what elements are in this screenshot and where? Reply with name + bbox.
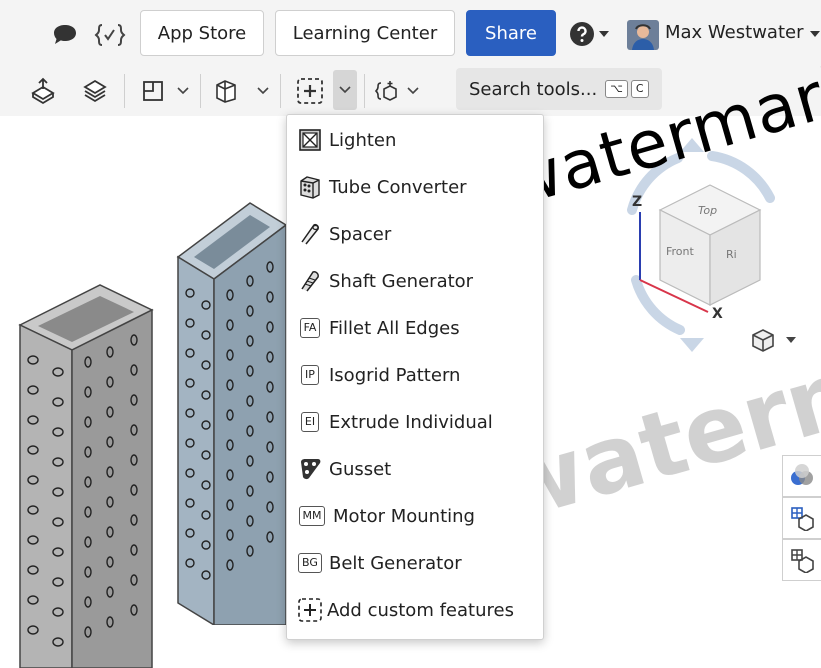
menu-item-label: Belt Generator [329, 552, 462, 574]
chevron-down-icon[interactable] [402, 78, 424, 104]
tube-model-right[interactable] [170, 195, 286, 625]
menu-item-label: Tube Converter [329, 176, 467, 198]
search-tools-button[interactable]: Search tools... ⌥ C [456, 68, 662, 110]
axis-x-label: X [712, 306, 723, 322]
help-icon[interactable] [568, 20, 596, 48]
toolbar-divider [280, 74, 281, 108]
configurations-panel-button[interactable] [782, 539, 821, 581]
chevron-down-icon[interactable] [597, 27, 611, 41]
menu-item-isogrid-pattern[interactable]: IP Isogrid Pattern [297, 358, 460, 392]
menu-item-fillet-all-edges[interactable]: FA Fillet All Edges [297, 311, 460, 345]
app-store-button[interactable]: App Store [140, 10, 264, 56]
view-options-icon[interactable] [748, 326, 778, 354]
menu-item-label: Extrude Individual [329, 411, 493, 433]
variables-icon[interactable] [92, 20, 128, 50]
toolbar-divider [200, 74, 201, 108]
axis-z-label: Z [632, 194, 642, 210]
user-name[interactable]: Max Westwater [665, 22, 803, 43]
featurescript-icon[interactable] [372, 78, 402, 104]
shortcut-key: ⌥ [605, 80, 628, 98]
menu-item-label: Isogrid Pattern [329, 364, 461, 386]
belt-generator-icon: BG [298, 553, 322, 573]
custom-features-dropdown-button[interactable] [333, 70, 357, 110]
menu-item-spacer[interactable]: Spacer [297, 217, 391, 251]
menu-item-label: Spacer [329, 223, 392, 245]
menu-item-label: Motor Mounting [333, 505, 475, 527]
toolbar-divider [124, 74, 125, 108]
menu-item-add-custom-features[interactable]: Add custom features [297, 593, 514, 627]
shaft-generator-icon [297, 268, 323, 294]
chevron-down-icon[interactable] [172, 78, 194, 104]
menu-item-label: Shaft Generator [329, 270, 474, 292]
parts-panel-button[interactable] [782, 497, 821, 539]
menu-item-belt-generator[interactable]: BG Belt Generator [297, 546, 462, 580]
toolbar-divider [364, 74, 365, 108]
share-button[interactable]: Share [466, 10, 556, 56]
view-cube-top-label[interactable]: Top [698, 204, 717, 217]
avatar[interactable] [626, 20, 660, 50]
fillet-all-edges-icon: FA [299, 318, 321, 338]
custom-features-icon[interactable] [290, 74, 330, 108]
chevron-down-icon[interactable] [808, 27, 821, 41]
menu-item-lighten[interactable]: Lighten [297, 123, 396, 157]
menu-item-label: Lighten [329, 129, 397, 151]
view-cube-right-label[interactable]: Ri [726, 248, 737, 261]
motor-mounting-icon: MM [298, 506, 326, 526]
tube-converter-icon [297, 174, 323, 200]
isogrid-pattern-icon: IP [301, 365, 319, 385]
comment-icon[interactable] [50, 20, 80, 50]
menu-item-motor-mounting[interactable]: MM Motor Mounting [297, 499, 475, 533]
import-icon[interactable] [80, 76, 110, 106]
menu-item-shaft-generator[interactable]: Shaft Generator [297, 264, 473, 298]
menu-item-extrude-individual[interactable]: EI Extrude Individual [297, 405, 493, 439]
extrude-individual-icon: EI [300, 412, 320, 432]
chevron-down-icon[interactable] [784, 334, 798, 346]
custom-features-menu: Lighten Tube Converter Spacer Shaft Gene… [286, 114, 544, 640]
menu-item-gusset[interactable]: Gusset [297, 452, 391, 486]
shortcut-key: C [630, 80, 649, 98]
menu-item-label: Gusset [329, 458, 392, 480]
gusset-icon [297, 456, 323, 482]
sketch-icon[interactable] [140, 78, 166, 104]
search-tools-label: Search tools... [469, 78, 598, 100]
export-icon[interactable] [28, 76, 58, 106]
lighten-icon [297, 127, 323, 153]
menu-item-label: Add custom features [327, 599, 514, 621]
tube-model-left[interactable] [0, 270, 160, 668]
spacer-icon [297, 221, 323, 247]
menu-item-tube-converter[interactable]: Tube Converter [297, 170, 467, 204]
extrude-icon[interactable] [212, 78, 240, 104]
learning-center-button[interactable]: Learning Center [275, 10, 455, 56]
chevron-down-icon[interactable] [252, 78, 274, 104]
add-custom-icon [297, 597, 323, 623]
menu-item-label: Fillet All Edges [329, 317, 460, 339]
view-cube-front-label[interactable]: Front [666, 245, 695, 258]
